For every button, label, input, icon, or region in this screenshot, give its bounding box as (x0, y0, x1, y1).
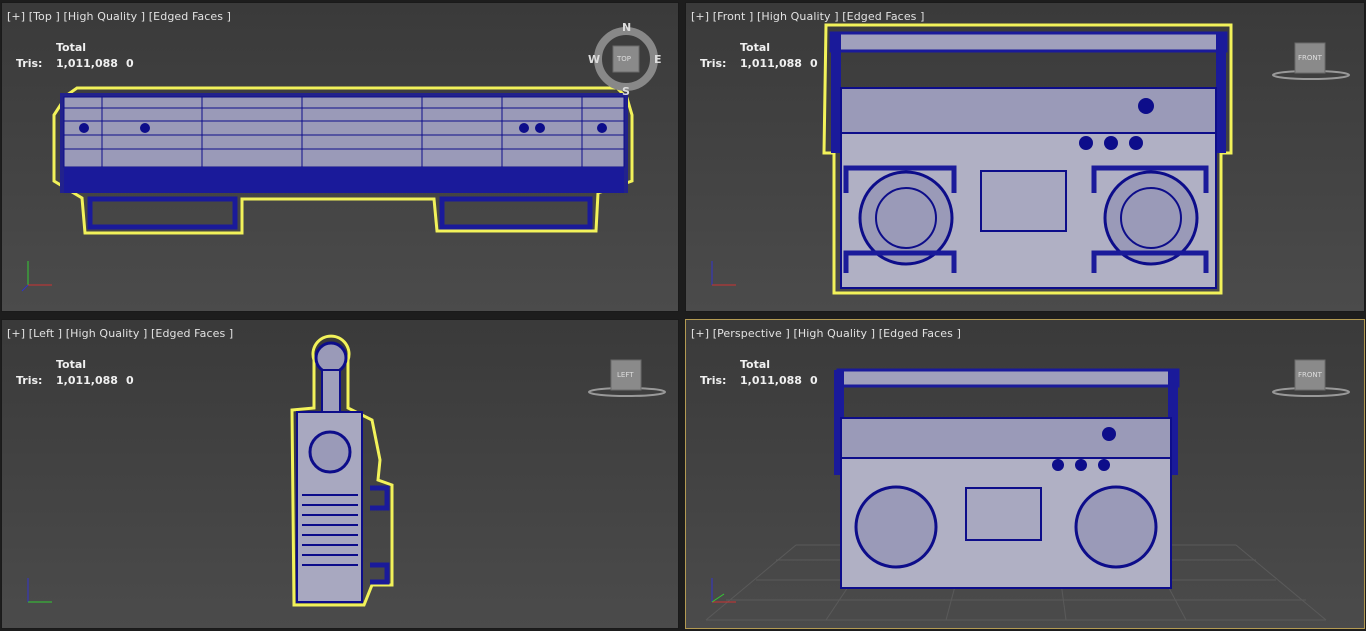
boombox-top-view[interactable] (2, 3, 679, 312)
view-cube-perspective[interactable]: FRONT (1271, 358, 1351, 400)
view-cube-face-label: FRONT (1298, 54, 1322, 62)
view-cube-front[interactable]: FRONT (1271, 41, 1351, 83)
boombox-front-view[interactable] (686, 3, 1365, 312)
axis-tripod-icon (711, 261, 736, 286)
perspective-scene[interactable] (686, 320, 1365, 629)
compass-south: S (622, 85, 630, 98)
viewport-perspective[interactable]: [+] [Perspective ] [High Quality ] [Edge… (685, 319, 1365, 629)
axis-tripod-icon (711, 578, 736, 603)
viewport-left[interactable]: [+] [Left ] [High Quality ] [Edged Faces… (1, 319, 679, 629)
viewport-top[interactable]: [+] [Top ] [High Quality ] [Edged Faces … (1, 2, 679, 312)
view-cube-face-label: TOP (617, 55, 632, 63)
axis-tripod-icon (27, 578, 52, 603)
view-cube-face-label: FRONT (1298, 371, 1322, 379)
compass-north: N (622, 21, 632, 34)
boombox-left-view[interactable] (2, 320, 679, 629)
axis-tripod-icon (21, 261, 52, 292)
view-cube-left[interactable]: LEFT (587, 358, 667, 400)
view-cube-top[interactable]: TOP N S E W (588, 21, 662, 98)
view-cube-face-label: LEFT (617, 371, 634, 379)
compass-east: E (654, 53, 662, 66)
compass-west: W (588, 53, 601, 66)
viewport-front[interactable]: [+] [Front ] [High Quality ] [Edged Face… (685, 2, 1365, 312)
